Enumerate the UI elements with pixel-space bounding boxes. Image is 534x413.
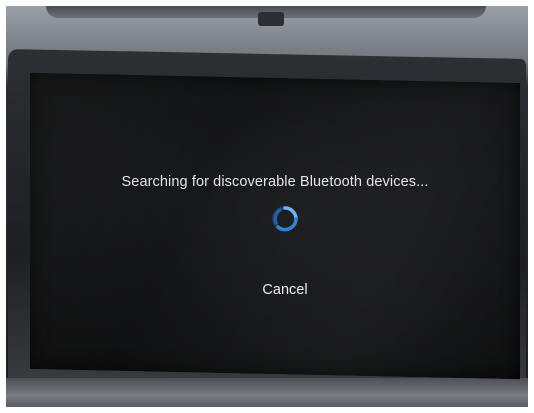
bezel-bottom-trim — [6, 378, 528, 407]
cancel-button[interactable]: Cancel — [240, 278, 330, 302]
bluetooth-search-dialog: Searching for discoverable Bluetooth dev… — [30, 78, 520, 374]
dialog-message: Searching for discoverable Bluetooth dev… — [121, 174, 429, 190]
dashboard-sensor — [258, 12, 284, 26]
car-dashboard: Searching for discoverable Bluetooth dev… — [6, 6, 528, 407]
loading-spinner-icon — [270, 204, 300, 234]
